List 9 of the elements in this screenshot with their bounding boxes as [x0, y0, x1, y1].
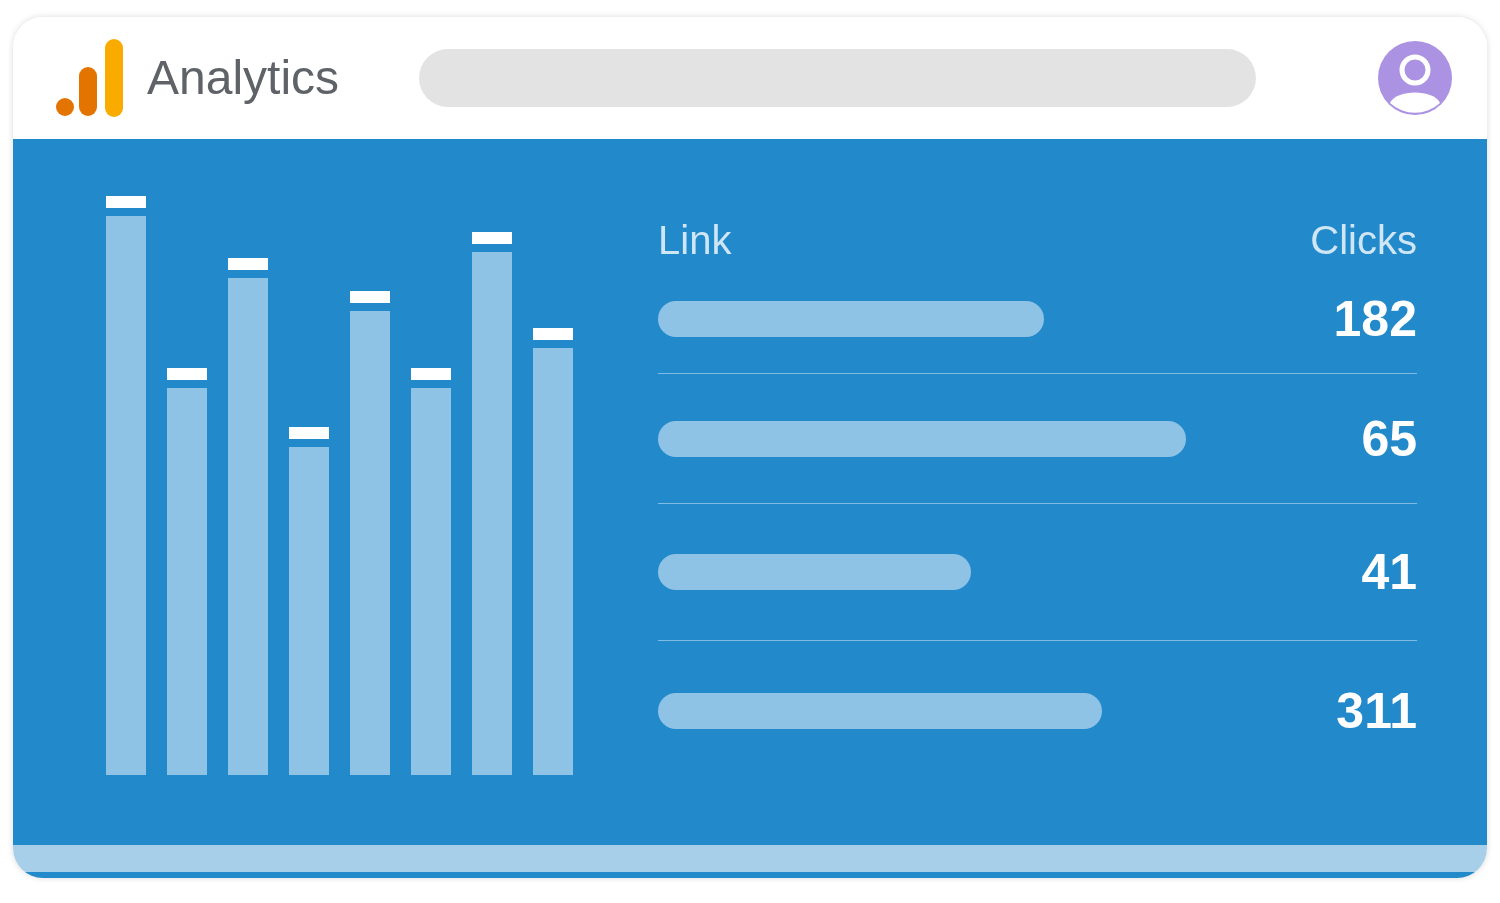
column-header: Link: [658, 217, 732, 264]
clicks-value: 41: [1361, 547, 1417, 597]
column-header: Clicks: [1310, 217, 1417, 264]
avatar-icon[interactable]: [1378, 41, 1452, 115]
app-title: Analytics: [147, 54, 340, 102]
clicks-value: 311: [1336, 686, 1417, 736]
clicks-value: 65: [1361, 413, 1417, 464]
logo-icon: [55, 39, 123, 117]
clicks-value: 182: [1333, 293, 1417, 344]
